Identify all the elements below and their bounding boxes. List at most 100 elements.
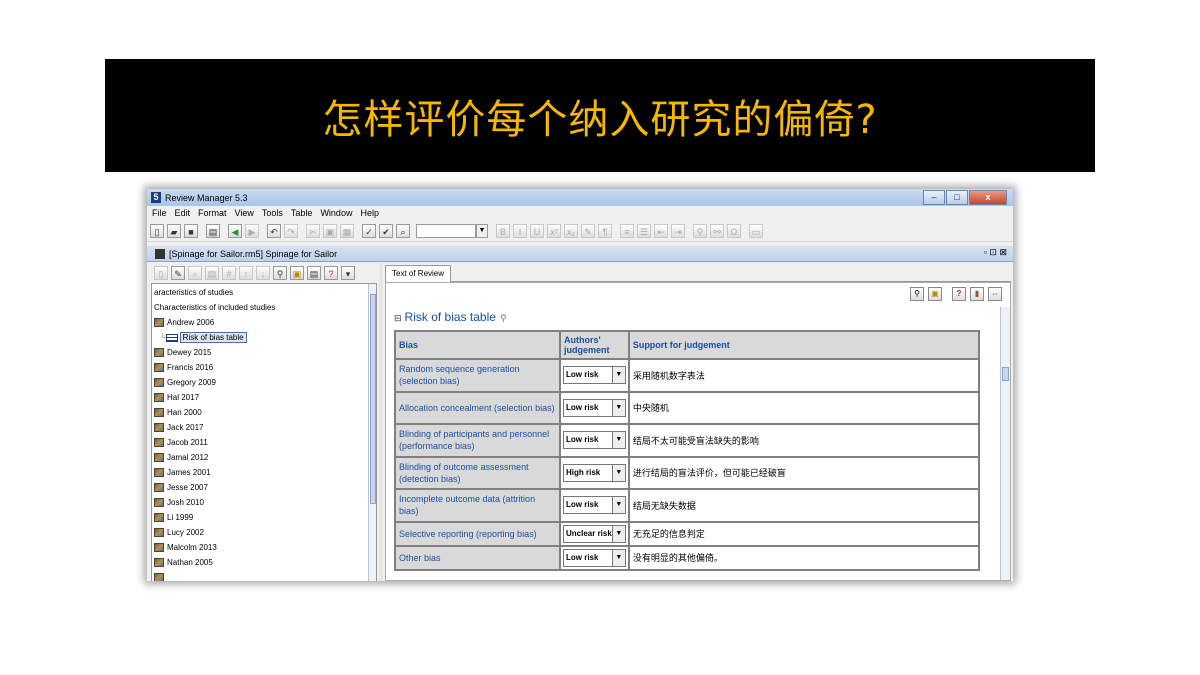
table-insert-icon[interactable]: ▭ (749, 223, 763, 238)
judgement-dropdown[interactable]: Low risk ▼ (563, 496, 626, 515)
indent-icon[interactable]: ⇥ (671, 223, 685, 238)
menu-tools[interactable]: Tools (262, 208, 283, 218)
collapse-icon[interactable]: ⊟ (394, 313, 402, 323)
judgement-dropdown[interactable]: Low risk ▼ (563, 366, 626, 385)
note-icon[interactable]: ▣ (928, 287, 942, 301)
chevron-down-icon[interactable]: ▼ (611, 367, 625, 384)
save-icon[interactable]: ■ (184, 223, 198, 238)
tab-text-of-review[interactable]: Text of Review (385, 265, 452, 282)
tree-item[interactable]: Jamal 2012 (154, 451, 208, 465)
unlink-icon[interactable]: ⚯ (710, 223, 724, 238)
tree-item[interactable]: Andrew 2006 (154, 316, 214, 330)
cut-icon[interactable]: ✂ (306, 223, 320, 238)
chevron-down-icon[interactable]: ▼ (611, 497, 625, 514)
minimize-button[interactable]: – (923, 190, 945, 205)
clear-format-icon[interactable]: ¶ (598, 223, 612, 238)
support-cell[interactable]: 中央随机 (627, 390, 981, 425)
support-cell[interactable]: 无充足的信息判定 (627, 520, 981, 547)
tree-item[interactable]: Francis 2016 (154, 361, 213, 375)
tree-item[interactable]: Jacob 2011 (154, 436, 208, 450)
outdent-icon[interactable]: ⇤ (654, 223, 668, 238)
tree-item[interactable]: Li 1999 (154, 511, 193, 525)
menu-view[interactable]: View (235, 208, 254, 218)
menu-help[interactable]: Help (360, 208, 379, 218)
link-icon[interactable]: ⚲ (910, 287, 924, 301)
redo-icon[interactable]: ↷ (284, 223, 298, 238)
support-cell[interactable]: 没有明显的其他偏倚。 (627, 544, 981, 571)
tree-item[interactable]: Jack 2017 (154, 421, 203, 435)
outline-properties-icon[interactable]: ▤ (205, 266, 219, 280)
outline-help-icon[interactable]: ? (324, 266, 338, 280)
move-down-icon[interactable]: ↓ (256, 266, 270, 280)
document-window-controls[interactable]: ▫ ⊡ ⊠ (984, 247, 1007, 258)
navigate-icon[interactable]: ⇔ (988, 287, 1002, 301)
maximize-button[interactable]: □ (946, 190, 968, 205)
outline-scroll-thumb[interactable] (370, 294, 376, 504)
superscript-icon[interactable]: x² (547, 223, 561, 238)
forward-arrow-icon[interactable]: ▶ (245, 223, 259, 238)
menu-file[interactable]: File (152, 208, 167, 218)
outline-note-icon[interactable]: ▣ (290, 266, 304, 280)
tree-item[interactable]: Nathan 2005 (154, 556, 213, 570)
outline-new-icon[interactable]: ▯ (154, 266, 168, 280)
support-cell[interactable]: 进行结局的盲法评价，但可能已经破盲 (627, 455, 981, 490)
undo-icon[interactable]: ↶ (267, 223, 281, 238)
content-scrollbar[interactable] (1000, 307, 1010, 580)
support-cell[interactable]: 结局无缺失数据 (627, 488, 981, 523)
special-char-icon[interactable]: Ω (727, 223, 741, 238)
open-folder-icon[interactable]: ▰ (167, 223, 181, 238)
outline-edit-icon[interactable]: ✎ (171, 266, 185, 280)
tree-item[interactable]: Gregory 2009 (154, 376, 216, 390)
judgement-dropdown[interactable]: High risk ▼ (563, 463, 626, 482)
find-icon[interactable]: ⌕ (396, 223, 410, 238)
print-icon[interactable]: ▤ (206, 223, 220, 238)
chevron-down-icon[interactable]: ▼ (611, 464, 625, 481)
menu-edit[interactable]: Edit (175, 208, 191, 218)
chevron-down-icon[interactable]: ▼ (611, 525, 625, 542)
notes-icon[interactable]: ▮ (970, 287, 984, 301)
style-combo[interactable] (416, 223, 476, 238)
tree-item[interactable]: Jesse 2007 (154, 481, 208, 495)
help-icon[interactable]: ? (952, 287, 966, 301)
numbered-list-icon[interactable]: ☰ (637, 223, 651, 238)
outline-print-icon[interactable]: ▤ (307, 266, 321, 280)
back-arrow-icon[interactable]: ◀ (228, 223, 242, 238)
tree-item[interactable]: James 2001 (154, 466, 211, 480)
link-icon[interactable]: ⚲ (500, 313, 507, 323)
move-up-icon[interactable]: ↑ (239, 266, 253, 280)
support-cell[interactable]: 结局不太可能受盲法缺失的影响 (627, 423, 981, 458)
menu-table[interactable]: Table (291, 208, 313, 218)
spellcheck-icon[interactable]: ✓ (362, 223, 376, 238)
tree-item-selected[interactable]: └ Risk of bias table (160, 331, 247, 345)
chevron-down-icon[interactable]: ▼ (611, 399, 625, 416)
tree-item[interactable]: aracteristics of studies (154, 286, 233, 300)
close-button[interactable]: x (969, 190, 1007, 205)
tree-item[interactable]: Dewey 2015 (154, 346, 211, 360)
tree-item[interactable]: Characteristics of included studies (154, 301, 275, 315)
tree-item[interactable]: Han 2000 (154, 406, 202, 420)
link-icon[interactable]: ⚲ (693, 223, 707, 238)
menu-window[interactable]: Window (320, 208, 352, 218)
chevron-down-icon[interactable]: ▼ (611, 549, 625, 566)
spellcheck-options-icon[interactable]: ✔ (379, 223, 393, 238)
italic-button[interactable]: I (513, 223, 527, 238)
copy-icon[interactable]: ▣ (323, 223, 337, 238)
pane-splitter[interactable] (379, 263, 383, 581)
tree-item[interactable]: Malcolm 2013 (154, 541, 217, 555)
rob-heading[interactable]: ⊟ Risk of bias table ⚲ (394, 310, 507, 324)
judgement-dropdown[interactable]: Low risk ▼ (563, 431, 626, 450)
paste-icon[interactable]: ▦ (340, 223, 354, 238)
tree-item[interactable]: Hal 2017 (154, 391, 199, 405)
chevron-down-icon[interactable]: ▼ (611, 432, 625, 449)
content-scroll-thumb[interactable] (1002, 367, 1009, 381)
subscript-icon[interactable]: x₂ (564, 223, 578, 238)
judgement-dropdown[interactable]: Low risk ▼ (563, 398, 626, 417)
new-file-icon[interactable]: ▯ (150, 223, 164, 238)
outline-menu-icon[interactable]: ▾ (341, 266, 355, 280)
tree-item[interactable]: Lucy 2002 (154, 526, 204, 540)
menu-format[interactable]: Format (198, 208, 227, 218)
outline-link-icon[interactable]: ⚲ (273, 266, 287, 280)
outline-zoom-icon[interactable]: ⌕ (188, 266, 202, 280)
tree-item[interactable]: Josh 2010 (154, 496, 204, 510)
bullet-list-icon[interactable]: ≡ (620, 223, 634, 238)
